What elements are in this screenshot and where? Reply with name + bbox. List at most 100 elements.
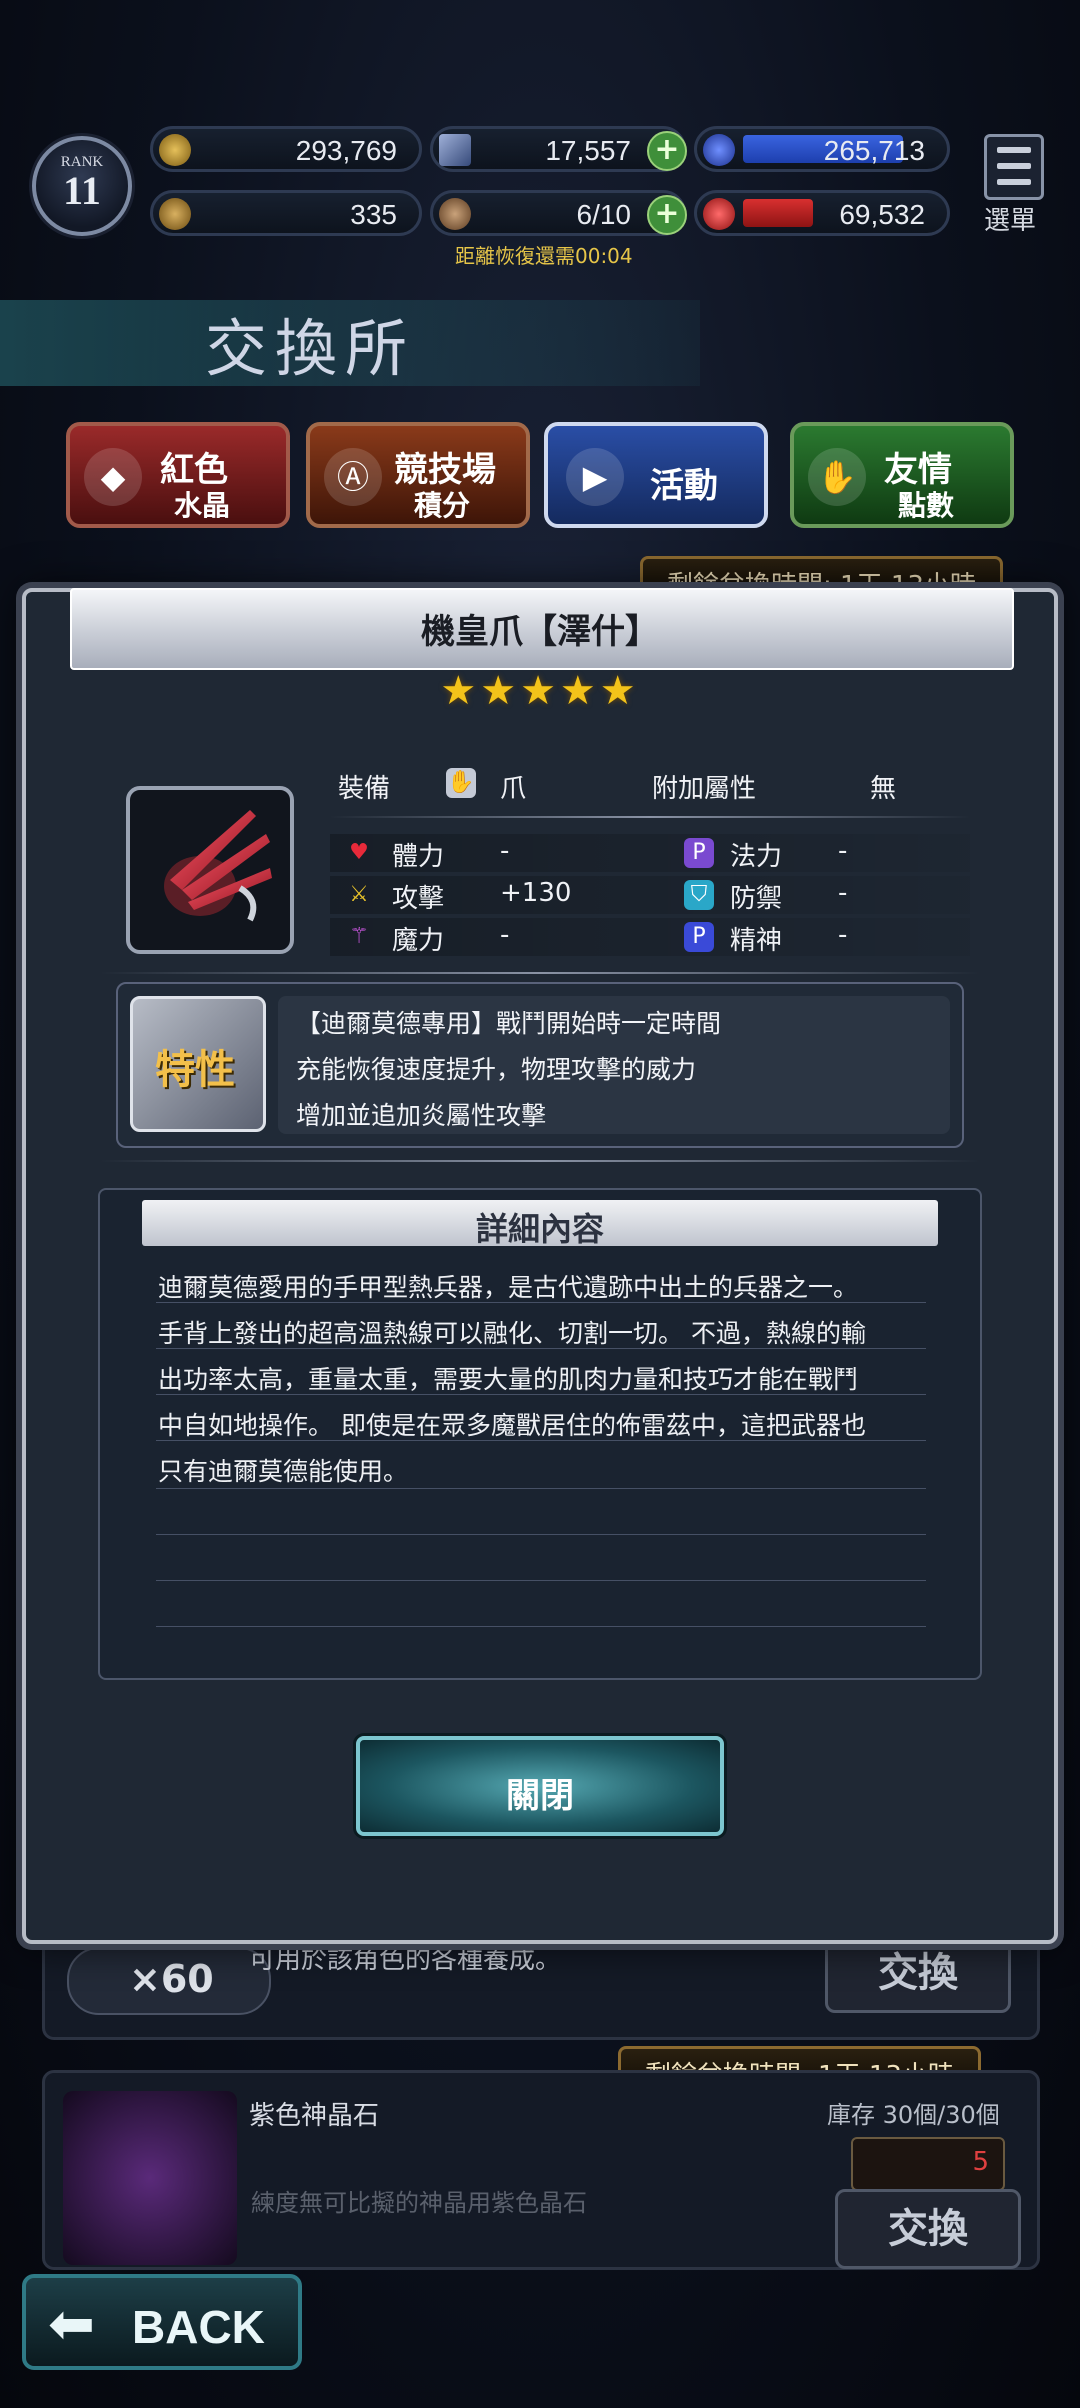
rank-value: 11 (63, 168, 101, 213)
divider (100, 1160, 980, 1162)
claw-weapon-icon (126, 786, 294, 954)
tab-event[interactable]: ▶ 活動 (544, 422, 768, 528)
ruled-line (156, 1394, 926, 1395)
description-line: 迪爾莫德愛用的手甲型熱兵器，是古代遺跡中出土的兵器之一。 (158, 1273, 859, 1302)
diamond-icon: ◆ (84, 448, 142, 506)
trait-badge-icon: 特性 (130, 996, 266, 1132)
stat-atk-label: 攻擊 (392, 884, 445, 914)
tab-arena-sublabel: 積分 (414, 489, 471, 522)
claw-type-icon: ✋ (446, 768, 476, 798)
red-value: 69,532 (839, 199, 925, 230)
ruled-line (156, 1302, 926, 1303)
owned-count: 5 (972, 2147, 989, 2177)
stat-spr-value: - (838, 920, 848, 950)
mp-icon: P (684, 838, 714, 868)
modal-title: 機皇爪【澤什】 (421, 612, 659, 652)
tab-red-crystal-sublabel: 水晶 (174, 489, 231, 522)
gil-counter: 293,769 (150, 126, 422, 172)
spirit-icon: P (684, 922, 714, 952)
trophy-counter: 335 (150, 190, 422, 236)
trait-line: 增加並追加炎屬性攻擊 (296, 1101, 547, 1130)
stock-label: 庫存 30個/30個 (827, 2101, 1000, 2129)
extra-attr-value: 無 (870, 774, 897, 804)
usage-text: 可用於該角色的各種養成。 (249, 1945, 562, 1975)
trophy-icon (159, 198, 191, 230)
stat-hp-value: - (500, 836, 510, 866)
red-gauge: 69,532 (694, 190, 950, 236)
shard-icon (439, 198, 471, 230)
item-name: 紫色神晶石 (249, 2101, 380, 2131)
blue-orb-icon (703, 134, 735, 166)
equip-type: 爪 (500, 774, 527, 804)
list-item: 紫色神晶石 庫存 30個/30個 練度無可比擬的神晶用紫色晶石 5 交換 (42, 2070, 1040, 2270)
stat-def-value: - (838, 878, 848, 908)
red-orb-icon (703, 198, 735, 230)
close-label: 關閉 (506, 1776, 574, 1816)
tab-event-label: 活動 (650, 466, 718, 506)
rarity-stars: ★★★★★ (440, 668, 640, 714)
blue-gauge: 265,713 (694, 126, 950, 172)
trait-label: 特性 (155, 1047, 235, 1093)
stat-def-label: 防禦 (730, 884, 783, 914)
crystal-gem-icon (439, 134, 471, 166)
count-chip: ×60 (67, 1947, 271, 2015)
divider (330, 816, 970, 818)
shard-counter: 6/10 + (430, 190, 687, 236)
blue-value: 265,713 (823, 135, 925, 166)
ruled-line (156, 1580, 926, 1581)
add-shards-button[interactable]: + (647, 195, 687, 235)
gil-value: 293,769 (295, 135, 397, 166)
trophy-value: 335 (350, 199, 397, 230)
stat-mag-label: 魔力 (392, 926, 445, 956)
ruled-line (156, 1534, 926, 1535)
gil-coin-icon (159, 134, 191, 166)
red-bar-fill (743, 199, 813, 227)
rank-badge: RANK 11 (32, 136, 132, 236)
tab-friend-points[interactable]: ✋ 友情 點數 (790, 422, 1014, 528)
tab-arena-points[interactable]: Ⓐ 競技場 積分 (306, 422, 530, 528)
ruled-line (156, 1626, 926, 1627)
exchange-button[interactable]: 交換 (825, 1933, 1011, 2013)
recover-timer: 距離恢復還需00:04 (455, 244, 633, 268)
tab-red-crystal[interactable]: ◆ 紅色 水晶 (66, 422, 290, 528)
page-title: 交換所 (205, 312, 416, 385)
ruled-line (156, 1488, 926, 1489)
detail-title: 詳細內容 (475, 1210, 604, 1248)
description-line: 只有迪爾莫德能使用。 (158, 1457, 409, 1486)
arena-emblem-icon: Ⓐ (324, 448, 382, 506)
count-label: ×60 (129, 1957, 214, 2001)
equip-label: 裝備 (338, 774, 391, 804)
description-line: 中自如地操作。 即使是在眾多魔獸居住的佈雷茲中，這把武器也 (158, 1411, 866, 1440)
menu-label[interactable]: 選單 (984, 200, 1036, 237)
stat-hp-label: 體力 (392, 842, 445, 872)
event-icon: ▶ (566, 448, 624, 506)
exchange-button[interactable]: 交換 (835, 2189, 1021, 2269)
handshake-icon: ✋ (808, 448, 866, 506)
stat-spr-label: 精神 (730, 926, 783, 956)
add-gems-button[interactable]: + (647, 131, 687, 171)
sword-icon: ⚔ (349, 882, 369, 907)
ruled-line (156, 1440, 926, 1441)
trait-line: 【迪爾莫德專用】戰鬥開始時一定時間 (296, 1009, 722, 1038)
close-button[interactable]: 關閉 (356, 1736, 724, 1836)
trait-line: 充能恢復速度提升，物理攻擊的威力 (296, 1055, 697, 1084)
owned-box: 5 (851, 2137, 1005, 2191)
tab-friend-sublabel: 點數 (898, 489, 955, 522)
stat-mp-value: - (838, 836, 848, 866)
wand-icon: ⚚ (349, 924, 369, 949)
shards-value: 6/10 (576, 199, 632, 230)
ruled-line (156, 1348, 926, 1349)
divider (100, 972, 980, 974)
gems-value: 17,557 (545, 135, 631, 166)
back-button[interactable]: ⬅ BACK (22, 2274, 302, 2370)
stat-atk-value: +130 (500, 878, 572, 908)
description-line: 手背上發出的超高溫熱線可以融化、切割一切。 不過，熱線的輸 (158, 1319, 866, 1348)
purple-crystal-icon (63, 2091, 237, 2265)
stat-mag-value: - (500, 920, 510, 950)
shield-icon: ⛉ (684, 880, 714, 910)
extra-attr-label: 附加屬性 (652, 774, 757, 804)
item-description: 練度無可比擬的神晶用紫色晶石 (251, 2189, 587, 2217)
heart-icon: ♥ (349, 840, 369, 865)
menu-button[interactable] (984, 134, 1044, 200)
back-label: BACK (132, 2301, 265, 2353)
